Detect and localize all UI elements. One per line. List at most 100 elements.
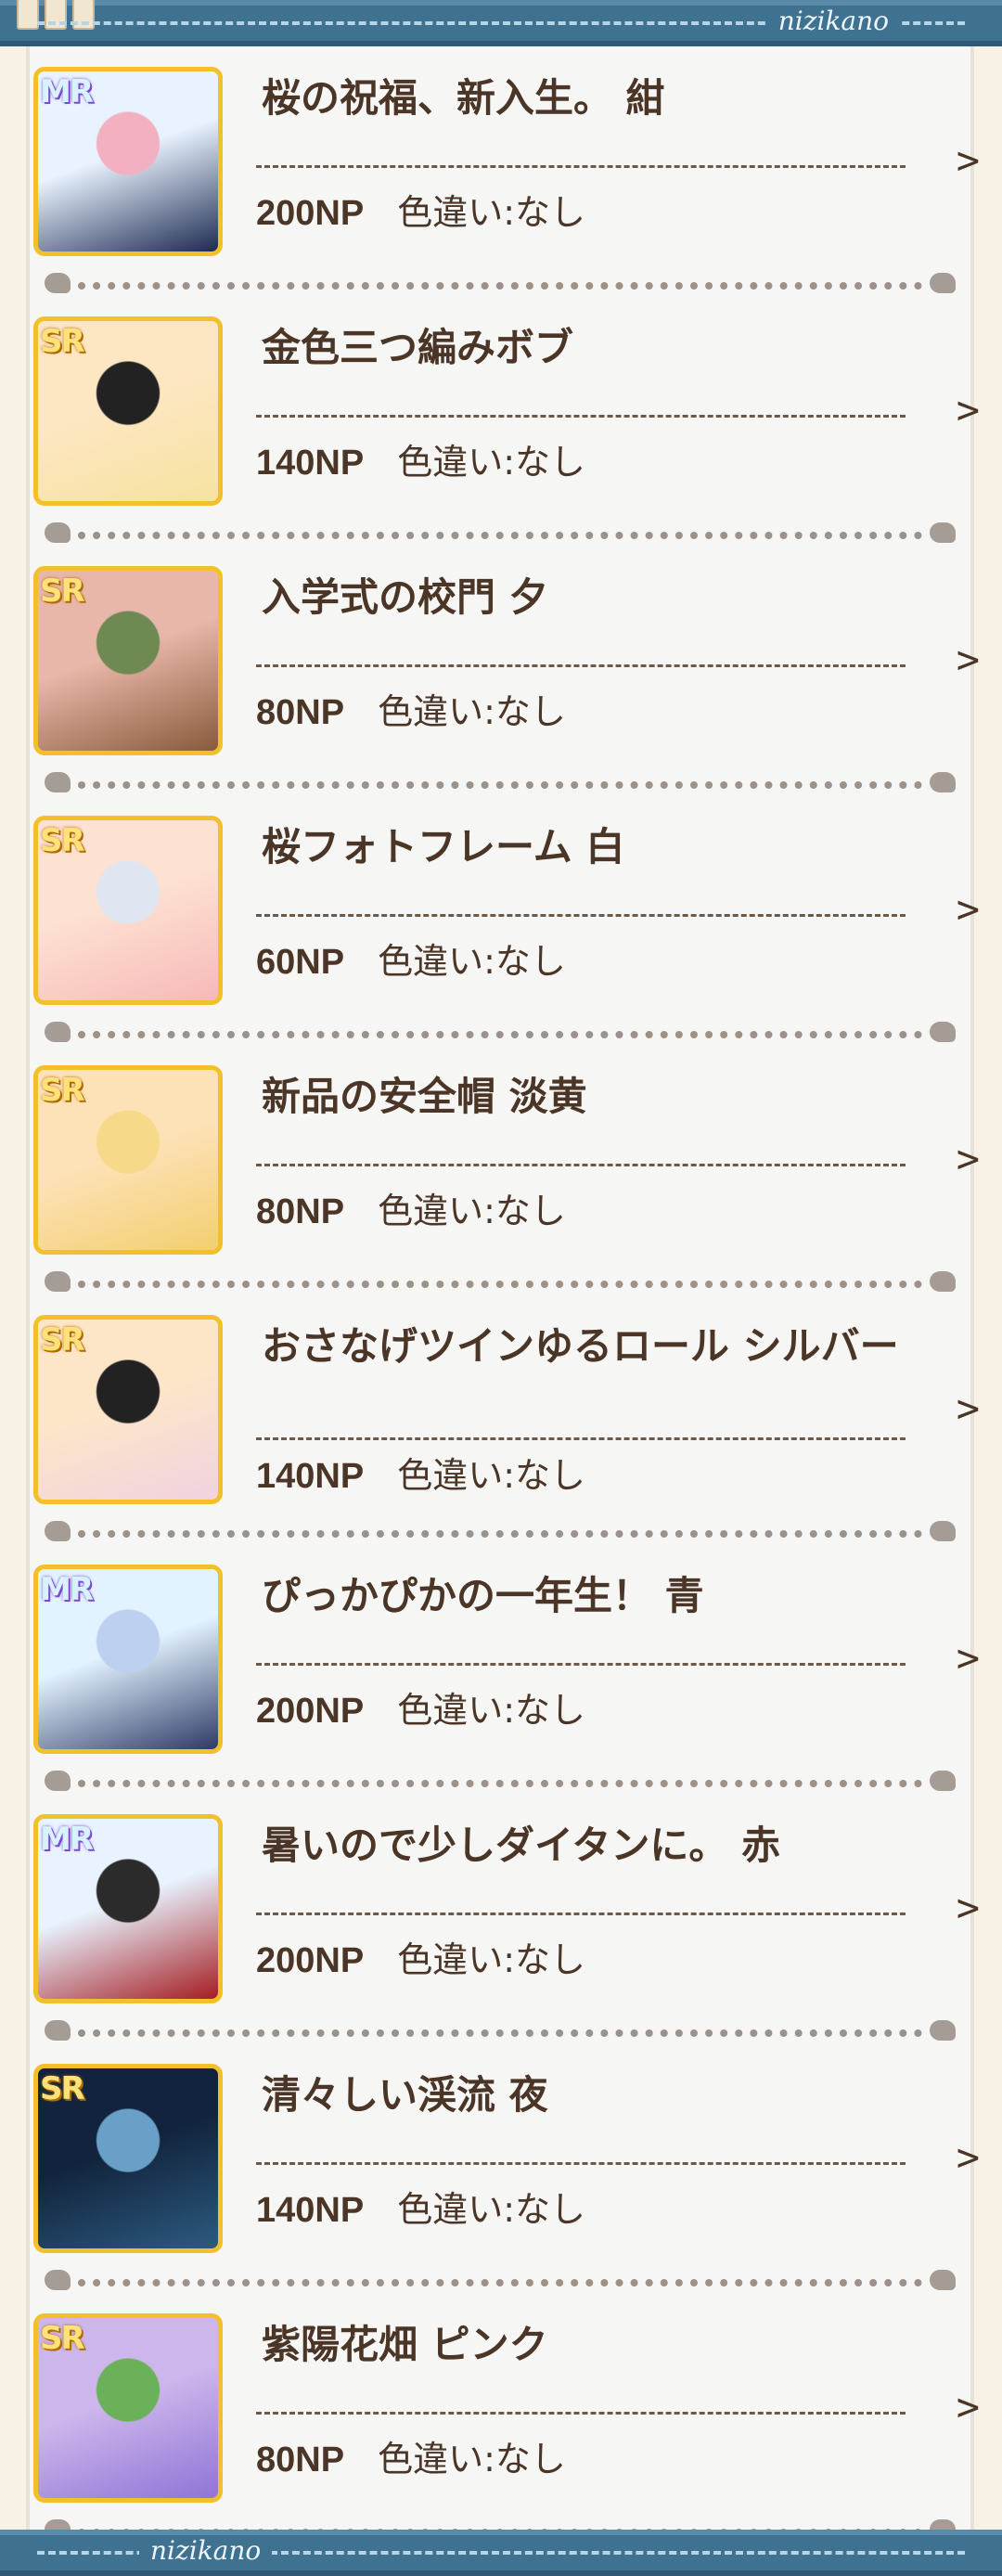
- rarity-badge: MR: [40, 1571, 94, 1608]
- dashed-divider: [256, 415, 906, 418]
- chevron-right-icon[interactable]: >: [957, 2134, 980, 2180]
- item-info: 200NP 色違い:なし: [256, 1931, 585, 1982]
- rarity-badge: SR: [40, 1072, 85, 1109]
- item-variant: 色違い:なし: [397, 442, 586, 483]
- item-variant: 色違い:なし: [397, 1939, 586, 1980]
- list-item[interactable]: MR ぴっかぴかの一年生！ 青 200NP 色違い:なし >: [30, 1544, 980, 1794]
- item-name: 新品の安全帽 淡黄: [262, 1074, 587, 1119]
- duck-icon: [930, 1022, 956, 1042]
- list-item[interactable]: SR 新品の安全帽 淡黄 80NP 色違い:なし >: [30, 1045, 980, 1294]
- dotted-separator: [41, 1022, 959, 1044]
- list-item[interactable]: MR 桜の祝福、新入生。 紺 200NP 色違い:なし >: [30, 46, 980, 296]
- list-item[interactable]: SR 入学式の校門 夕 80NP 色違い:なし >: [30, 546, 980, 795]
- duck-icon: [45, 772, 71, 792]
- dotted-separator: [41, 1521, 959, 1543]
- duck-icon: [930, 522, 956, 543]
- dashed-divider: [256, 914, 906, 917]
- chevron-right-icon[interactable]: >: [957, 1385, 980, 1431]
- rarity-badge: SR: [40, 1321, 85, 1359]
- rarity-badge: SR: [40, 822, 85, 859]
- item-thumbnail: MR: [33, 1565, 223, 1754]
- duck-icon: [45, 2270, 71, 2290]
- list-item[interactable]: SR おさなげツインゆるロール シルバー 140NP 色違い:なし >: [30, 1294, 980, 1544]
- dashed-divider: [256, 165, 906, 168]
- dotted-separator: [41, 1271, 959, 1294]
- rarity-badge: SR: [40, 323, 85, 360]
- item-price: 80NP: [256, 1192, 345, 1231]
- item-variant: 色違い:なし: [397, 1690, 586, 1731]
- item-variant: 色違い:なし: [397, 1455, 586, 1496]
- chevron-right-icon[interactable]: >: [957, 1885, 980, 1930]
- item-variant: 色違い:なし: [378, 691, 566, 732]
- item-thumbnail: SR: [33, 2313, 223, 2503]
- item-info: 200NP 色違い:なし: [256, 1681, 585, 1732]
- item-info: 80NP 色違い:なし: [256, 2430, 566, 2481]
- item-info: 80NP 色違い:なし: [256, 683, 566, 734]
- chevron-right-icon[interactable]: >: [957, 1635, 980, 1681]
- item-price: 80NP: [256, 693, 345, 732]
- duck-icon: [45, 273, 71, 293]
- item-price: 80NP: [256, 2441, 345, 2479]
- item-name: 入学式の校門 夕: [262, 574, 548, 620]
- chevron-right-icon[interactable]: >: [957, 2384, 980, 2429]
- item-name: 金色三つ編みボブ: [262, 325, 574, 370]
- item-thumbnail: MR: [33, 67, 223, 256]
- item-price: 140NP: [256, 444, 365, 483]
- dotted-line: [78, 282, 922, 290]
- dotted-line: [78, 2029, 922, 2037]
- rarity-badge: SR: [40, 2320, 85, 2357]
- item-thumbnail: SR: [33, 2064, 223, 2253]
- rarity-badge: MR: [40, 1821, 94, 1858]
- duck-icon: [930, 273, 956, 293]
- item-thumbnail: SR: [33, 1065, 223, 1255]
- duck-icon: [930, 772, 956, 792]
- duck-icon: [930, 1271, 956, 1292]
- item-price: 140NP: [256, 2191, 365, 2230]
- duck-icon: [930, 2270, 956, 2290]
- duck-icon: [930, 2020, 956, 2041]
- item-name: 紫陽花畑 ピンク: [262, 2322, 548, 2367]
- item-info: 60NP 色違い:なし: [256, 933, 566, 984]
- chevron-right-icon[interactable]: >: [957, 137, 980, 183]
- list-item[interactable]: MR 暑いので少しダイタンに。 赤 200NP 色違い:なし >: [30, 1794, 980, 2043]
- list-item[interactable]: SR 紫陽花畑 ピンク 80NP 色違い:なし >: [30, 2293, 980, 2543]
- item-thumbnail: SR: [33, 1315, 223, 1504]
- item-variant: 色違い:なし: [378, 941, 566, 982]
- item-price: 200NP: [256, 194, 365, 233]
- dashed-divider: [256, 2162, 906, 2165]
- duck-icon: [930, 1521, 956, 1541]
- duck-icon: [45, 1271, 71, 1292]
- item-list: MR 桜の祝福、新入生。 紺 200NP 色違い:なし > SR 金色三つ編みボブ 140NP…: [26, 46, 980, 2540]
- chevron-right-icon[interactable]: >: [957, 637, 980, 682]
- dashed-divider: [256, 1437, 906, 1440]
- item-variant: 色違い:なし: [397, 2189, 586, 2230]
- dotted-line: [78, 1530, 922, 1538]
- dotted-separator: [41, 522, 959, 545]
- item-info: 80NP 色違い:なし: [256, 1182, 566, 1233]
- rarity-badge: MR: [40, 73, 94, 110]
- dashed-divider: [256, 2412, 906, 2415]
- list-item[interactable]: SR 金色三つ編みボブ 140NP 色違い:なし >: [30, 296, 980, 546]
- item-variant: 色違い:なし: [397, 192, 586, 233]
- rarity-badge: SR: [40, 2070, 85, 2107]
- brand-logo: nizikano: [766, 6, 900, 36]
- chevron-right-icon[interactable]: >: [957, 886, 980, 932]
- item-name: 清々しい渓流 夜: [262, 2072, 548, 2118]
- duck-icon: [45, 2020, 71, 2041]
- dotted-line: [78, 532, 922, 539]
- dotted-line: [78, 1031, 922, 1038]
- dotted-line: [78, 1281, 922, 1288]
- list-item[interactable]: SR 清々しい渓流 夜 140NP 色違い:なし >: [30, 2043, 980, 2293]
- item-info: 140NP 色違い:なし: [256, 2181, 585, 2232]
- dashed-divider: [256, 1164, 906, 1166]
- dotted-line: [78, 2279, 922, 2286]
- chevron-right-icon[interactable]: >: [957, 387, 980, 432]
- bottom-banner: nizikano: [0, 2530, 1002, 2576]
- item-name: おさなげツインゆるロール シルバー: [262, 1323, 899, 1369]
- item-variant: 色違い:なし: [378, 1191, 566, 1231]
- chevron-right-icon[interactable]: >: [957, 1136, 980, 1181]
- list-item[interactable]: SR 桜フォトフレーム 白 60NP 色違い:なし >: [30, 795, 980, 1045]
- item-price: 140NP: [256, 1457, 365, 1496]
- tab-decoration: [17, 0, 100, 33]
- item-name: 桜の祝福、新入生。 紺: [262, 75, 665, 121]
